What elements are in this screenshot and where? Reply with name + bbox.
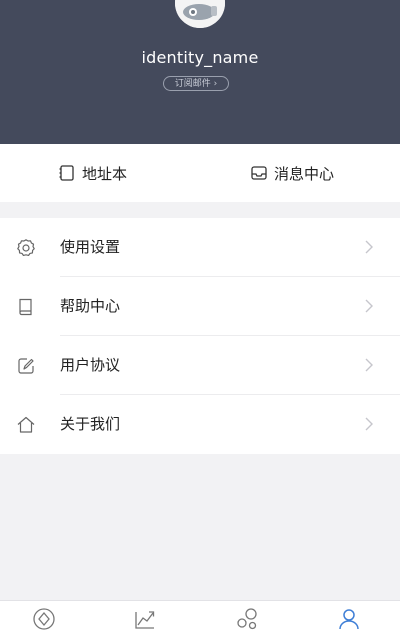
chevron-right-icon <box>365 358 373 372</box>
tab-profile[interactable] <box>337 607 361 631</box>
chevron-right-icon <box>365 299 373 313</box>
pen-icon <box>18 358 34 374</box>
avatar[interactable] <box>175 0 225 28</box>
profile-page: identity_name 订阅邮件 › 地址本 消息中心 使用设置 帮助中心 … <box>0 0 400 636</box>
menu-item-help[interactable]: 帮助中心 <box>0 277 400 336</box>
home-icon <box>17 416 35 433</box>
menu-item-label: 用户协议 <box>60 356 121 374</box>
user-icon <box>339 609 359 630</box>
chart-trend-icon <box>135 611 155 629</box>
menu-item-label: 帮助中心 <box>60 297 121 315</box>
menu-item-label: 关于我们 <box>60 415 121 433</box>
profile-header: identity_name 订阅邮件 › <box>0 0 400 144</box>
inbox-icon <box>251 166 267 180</box>
message-center-button[interactable]: 消息中心 <box>250 144 334 202</box>
address-book-label: 地址本 <box>82 164 128 183</box>
book-icon <box>19 298 32 316</box>
tab-discover[interactable] <box>236 607 260 631</box>
gear-icon <box>17 239 35 256</box>
address-book-button[interactable]: 地址本 <box>58 144 127 202</box>
quick-actions-bar: 地址本 消息中心 <box>0 144 400 202</box>
message-center-label: 消息中心 <box>274 164 335 183</box>
subscribe-email-button[interactable]: 订阅邮件 › <box>163 76 229 91</box>
chevron-right-icon <box>365 417 373 431</box>
circles-icon <box>237 608 257 630</box>
menu-item-agreement[interactable]: 用户协议 <box>0 336 400 395</box>
tab-market[interactable] <box>133 607 157 631</box>
menu-item-about[interactable]: 关于我们 <box>0 395 400 454</box>
avatar-image-icon <box>175 0 225 28</box>
bottom-tab-bar <box>0 600 400 636</box>
tab-home[interactable] <box>32 607 56 631</box>
chevron-right-icon <box>365 240 373 254</box>
menu-item-settings[interactable]: 使用设置 <box>0 218 400 277</box>
address-book-icon <box>59 165 74 181</box>
settings-menu: 使用设置 帮助中心 用户协议 关于我们 <box>0 218 400 454</box>
menu-item-label: 使用设置 <box>60 238 121 256</box>
diamond-icon <box>33 608 55 630</box>
identity-name: identity_name <box>141 48 259 67</box>
